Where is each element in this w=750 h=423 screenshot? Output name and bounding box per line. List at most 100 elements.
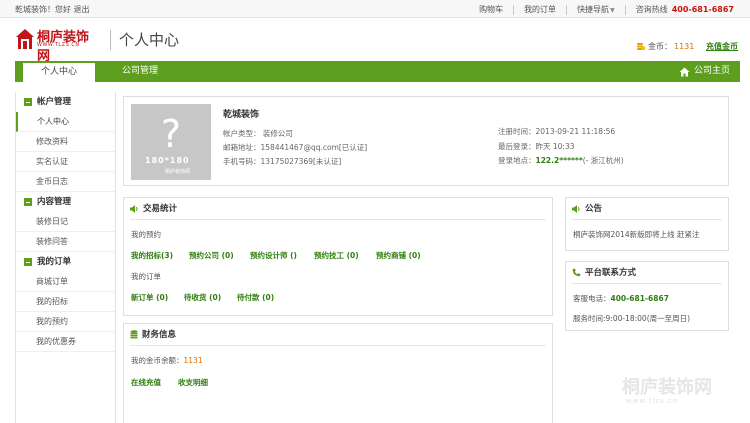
panel-header: 财务信息 [130,324,546,346]
panel-title: 交易统计 [143,203,178,214]
balance-label: 我的金币余额： [131,356,184,365]
last-login: 最后登录：昨天 10:33 [498,142,575,151]
database-icon [130,330,138,339]
hotline-label: 咨询热线 [635,5,668,14]
site-logo[interactable]: 桐庐装饰网 WWW.TLZS.CN [15,26,97,64]
sidebar-section-title: 帐户管理 [37,97,72,107]
main-nav: 个人中心 公司管理 公司主页 [15,61,740,82]
sidebar-section-orders[interactable]: 我的订单 [16,252,115,272]
house-logo-icon [16,29,34,49]
transaction-details-link[interactable]: 收支明细 [178,377,208,388]
login-ip: 122.2****** [535,156,583,165]
home-icon [679,67,690,76]
panel-header: 公告 [572,198,722,220]
avatar-watermark: 桐庐装饰网 [165,169,191,175]
avatar[interactable]: ? 180*180 桐庐装饰网 [131,104,211,180]
quick-nav-label: 快捷导航 [577,5,610,14]
sidebar-item-my-coupons[interactable]: 我的优惠券 [16,332,115,352]
pending-receipt-link[interactable]: 待收货 (0) [184,292,221,303]
coins-display: 金币： 1131 [636,41,694,52]
coin-balance: 我的金币余额：1131 [131,355,203,366]
tab-personal-center[interactable]: 个人中心 [23,61,95,82]
header: 桐庐装饰网 WWW.TLZS.CN 个人中心 金币： 1131 充值金币 [0,18,750,64]
account-type: 帐户类型： 装修公司 [223,129,293,138]
speaker-icon [572,204,580,213]
pending-payment-link[interactable]: 待付款 (0) [237,292,274,303]
divider [513,4,515,15]
contact-panel: 平台联系方式 客服电话：400-681-6867 服务时间:9:00-18:00… [565,261,729,331]
panel-title: 财务信息 [142,329,177,340]
cart-link[interactable]: 购物车 [479,4,503,15]
booked-shops-link[interactable]: 预约商铺 (0) [376,250,421,261]
sidebar-item-mall-orders[interactable]: 商城订单 [16,272,115,292]
header-divider [110,30,111,50]
speaker-icon [130,204,138,213]
login-place-label: 登录地点： [498,156,536,165]
service-phone-label: 客服电话： [573,294,611,303]
page-title: 个人中心 [119,31,180,49]
sidebar-section-title: 我的订单 [37,257,72,267]
sidebar-item-my-tenders[interactable]: 我的招标 [16,292,115,312]
sidebar-section-title: 内容管理 [37,197,72,207]
booking-label: 我的预约 [131,230,161,239]
watermark-logo: 桐庐装饰网 [622,377,712,398]
panel-title: 平台联系方式 [585,267,637,278]
sidebar-item-edit-profile[interactable]: 修改资料 [16,132,115,152]
orders-label: 我的订单 [131,272,161,281]
phone-icon [572,268,581,277]
tab-company-management[interactable]: 公司管理 [105,61,175,82]
collapse-icon [24,258,32,266]
my-tenders-link[interactable]: 我的招标(3) [131,250,173,261]
sidebar-item-diary[interactable]: 装修日记 [16,212,115,232]
company-name: 乾城装饰 [223,110,260,120]
sidebar-item-verification[interactable]: 实名认证 [16,152,115,172]
recharge-coins-link[interactable]: 充值金币 [706,41,738,52]
logo-url: WWW.TLZS.CN [37,42,80,48]
watermark-url: www.tlzs.cn [626,397,679,405]
coins-label: 金币： [648,42,672,51]
sidebar-item-personal-center[interactable]: 个人中心 [16,112,115,132]
balance-value: 1131 [183,356,203,365]
new-orders-link[interactable]: 新订单 (0) [131,292,168,303]
login-location: 登录地点：122.2******(- 浙江杭州) [498,155,624,166]
service-phone-number: 400-681-6867 [610,294,669,303]
hotline-number: 400-681-6867 [671,5,734,14]
panel-title: 公告 [585,203,603,214]
booked-designers-link[interactable]: 预约设计师 () [250,250,297,261]
panel-header: 交易统计 [130,198,546,220]
sidebar-item-qa[interactable]: 装修问答 [16,232,115,252]
sidebar-section-account[interactable]: 帐户管理 [16,92,115,112]
phone-number: 手机号码：13175027369[未认证] [223,157,342,166]
email-address: 邮箱地址：158441467@qq.com[已认证] [223,143,368,152]
online-recharge-link[interactable]: 在线充值 [131,377,161,388]
booked-companies-link[interactable]: 预约公司 (0) [189,250,234,261]
service-hours: 服务时间:9:00-18:00(周一至周日) [573,314,691,323]
top-links: 购物车 我的订单 快捷导航▼ 咨询热线 400-681-6867 [479,4,734,15]
collapse-icon [24,198,32,206]
notice-panel: 公告 桐庐装饰网2014新版即将上线 赶紧注 [565,197,729,251]
company-home-link[interactable]: 公司主页 [679,61,730,82]
coins-value: 1131 [674,42,695,51]
notice-text[interactable]: 桐庐装饰网2014新版即将上线 赶紧注 [573,229,699,240]
login-city: (- 浙江杭州) [582,156,624,165]
sidebar-section-content[interactable]: 内容管理 [16,192,115,212]
profile-card: ? 180*180 桐庐装饰网 乾城装饰 帐户类型： 装修公司 邮箱地址：158… [123,96,729,186]
divider [566,4,568,15]
sidebar-item-coin-log[interactable]: 金币日志 [16,172,115,192]
top-bar: 乾城装饰！您好 退出 购物车 我的订单 快捷导航▼ 咨询热线 400-681-6… [0,0,750,18]
user-greeting[interactable]: 乾城装饰！您好 退出 [15,4,90,15]
divider [624,4,626,15]
sidebar: 帐户管理 个人中心 修改资料 实名认证 金币日志 内容管理 装修日记 装修问答 … [15,92,116,423]
booked-workers-link[interactable]: 预约技工 (0) [314,250,359,261]
register-time: 注册时间：2013-09-21 11:18:56 [498,127,616,136]
sidebar-item-my-bookings[interactable]: 我的预约 [16,312,115,332]
my-orders-link[interactable]: 我的订单 [524,4,556,15]
coins-icon [637,43,645,50]
collapse-icon [24,98,32,106]
quick-nav-menu[interactable]: 快捷导航▼ [577,4,615,15]
avatar-placeholder-icon: ? [160,112,182,156]
panel-header: 平台联系方式 [572,262,722,284]
chevron-down-icon: ▼ [610,7,615,14]
finance-panel: 财务信息 我的金币余额：1131 在线充值 收支明细 [123,323,553,423]
service-phone: 客服电话：400-681-6867 [573,293,669,304]
